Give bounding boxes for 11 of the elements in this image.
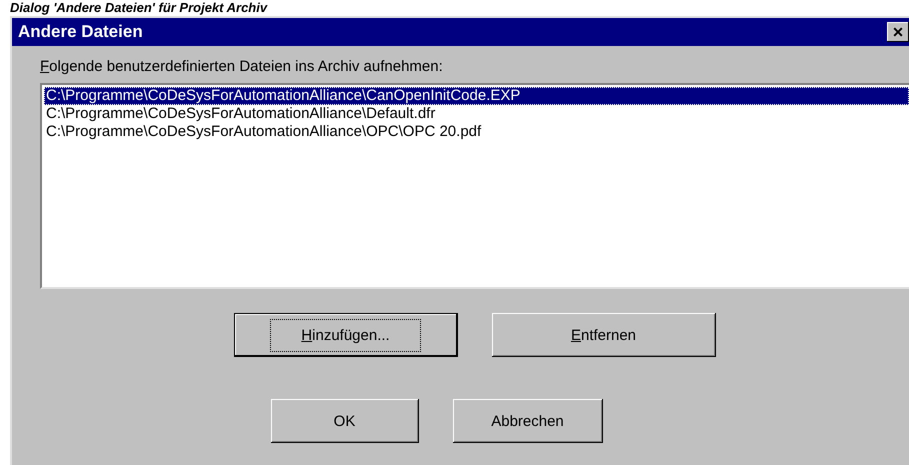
file-list-item[interactable]: C:\Programme\CoDeSysForAutomationAlliance\Default.dfr — [44, 105, 909, 123]
dialog-button[interactable]: Entfernen — [492, 313, 716, 357]
window-title: Andere Dateien — [18, 22, 143, 42]
dialog-button[interactable]: Abbrechen — [452, 399, 602, 443]
dialog-button[interactable]: OK — [270, 399, 418, 443]
figure-caption: Dialog 'Andere Dateien' für Projekt Archiv — [9, 0, 268, 16]
file-list-item[interactable]: C:\Programme\CoDeSysForAutomationAlliance\OPC\OPC 20.pdf — [44, 123, 909, 141]
list-label: Folgende benutzerdefinierten Dateien ins Archiv aufnehmen: — [40, 58, 444, 75]
close-button[interactable]: × — [887, 22, 909, 42]
file-list-item[interactable]: C:\Programme\CoDeSysForAutomationAlliance\CanOpenInitCode.EXP — [44, 87, 909, 105]
default-button[interactable]: Hinzufügen... — [234, 313, 458, 357]
